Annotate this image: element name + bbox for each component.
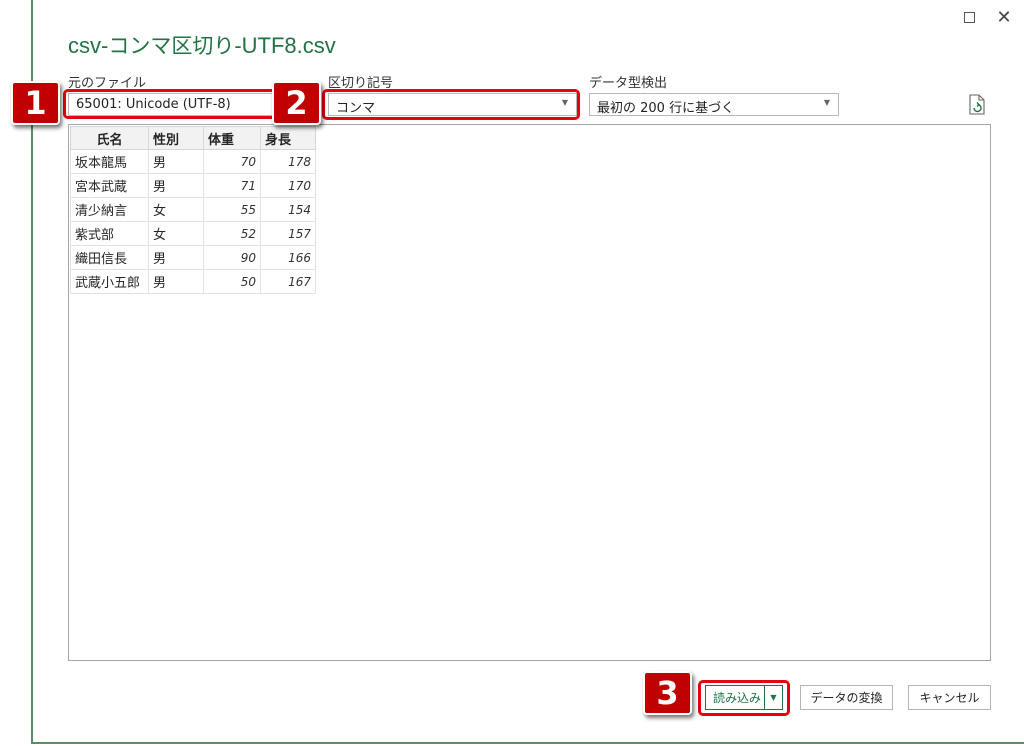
load-button-label: 読み込み (713, 691, 762, 705)
delimiter-label: 区切り記号 (328, 76, 394, 91)
table-cell: 70 (203, 149, 261, 174)
table-cell: 166 (260, 245, 316, 270)
chevron-down-icon: ▼ (561, 98, 568, 107)
table-cell: 52 (203, 221, 261, 246)
table-row: 宮本武蔵 男 71 170 (70, 173, 316, 198)
table-cell: 90 (203, 245, 261, 270)
transform-data-button[interactable]: データの変換 (800, 685, 893, 710)
table-cell: 178 (260, 149, 316, 174)
column-header: 性別 (148, 126, 204, 150)
file-origin-select[interactable]: 65001: Unicode (UTF-8) (68, 93, 273, 116)
maximize-button[interactable] (958, 6, 980, 28)
delimiter-value: コンマ (336, 101, 376, 116)
table-cell: 清少納言 (70, 197, 149, 222)
table-row: 坂本龍馬 男 70 178 (70, 149, 316, 174)
table-cell: 坂本龍馬 (70, 149, 149, 174)
table-cell: 男 (148, 269, 204, 294)
table-row: 織田信長 男 90 166 (70, 245, 316, 270)
column-header: 体重 (203, 126, 261, 150)
table-cell: 武蔵小五郎 (70, 269, 149, 294)
table-cell: 男 (148, 149, 204, 174)
close-icon: ✕ (996, 6, 1012, 28)
delimiter-select[interactable]: コンマ ▼ (328, 93, 577, 116)
data-preview-pane: 氏名 性別 体重 身長 坂本龍馬 男 70 178 宮本武蔵 男 71 170 (68, 124, 991, 661)
csv-import-dialog: ✕ csv-コンマ区切り-UTF8.csv 元のファイル 65001: Unic… (31, 0, 1024, 744)
table-cell: 157 (260, 221, 316, 246)
table-cell: 50 (203, 269, 261, 294)
column-header: 氏名 (70, 126, 149, 150)
table-row: 武蔵小五郎 男 50 167 (70, 269, 316, 294)
table-row: 清少納言 女 55 154 (70, 197, 316, 222)
table-cell: 71 (203, 173, 261, 198)
dialog-title: csv-コンマ区切り-UTF8.csv (68, 30, 336, 60)
table-header-row: 氏名 性別 体重 身長 (70, 126, 316, 150)
column-header: 身長 (260, 126, 316, 150)
step-badge-1: 1 (11, 81, 60, 125)
table-cell: 170 (260, 173, 316, 198)
close-button[interactable]: ✕ (993, 6, 1015, 28)
file-origin-label: 元のファイル (68, 76, 147, 91)
table-cell: 男 (148, 245, 204, 270)
table-cell: 女 (148, 197, 204, 222)
refresh-preview-icon[interactable] (968, 94, 986, 115)
maximize-icon (963, 11, 975, 23)
step-badge-2: 2 (272, 81, 321, 125)
table-cell: 宮本武蔵 (70, 173, 149, 198)
title-suffix: -UTF8.csv (234, 33, 336, 58)
table-row: 紫式部 女 52 157 (70, 221, 316, 246)
step-badge-3: 3 (643, 671, 692, 715)
type-detection-label: データ型検出 (589, 76, 668, 91)
type-detection-select[interactable]: 最初の 200 行に基づく ▼ (589, 93, 839, 116)
file-origin-value: 65001: Unicode (UTF-8) (76, 97, 231, 112)
table-cell: 織田信長 (70, 245, 149, 270)
title-prefix: csv- (68, 33, 109, 58)
table-cell: 55 (203, 197, 261, 222)
chevron-down-icon: ▼ (823, 98, 830, 107)
cancel-button[interactable]: キャンセル (908, 685, 991, 710)
table-cell: 男 (148, 173, 204, 198)
preview-table: 氏名 性別 体重 身長 坂本龍馬 男 70 178 宮本武蔵 男 71 170 (70, 126, 316, 294)
title-middle: コンマ区切り (108, 34, 235, 58)
type-detection-value: 最初の 200 行に基づく (597, 101, 735, 116)
table-cell: 女 (148, 221, 204, 246)
table-cell: 154 (260, 197, 316, 222)
chevron-down-icon[interactable]: ▼ (765, 693, 782, 702)
table-cell: 紫式部 (70, 221, 149, 246)
load-button[interactable]: 読み込み ▼ (705, 685, 783, 710)
table-cell: 167 (260, 269, 316, 294)
